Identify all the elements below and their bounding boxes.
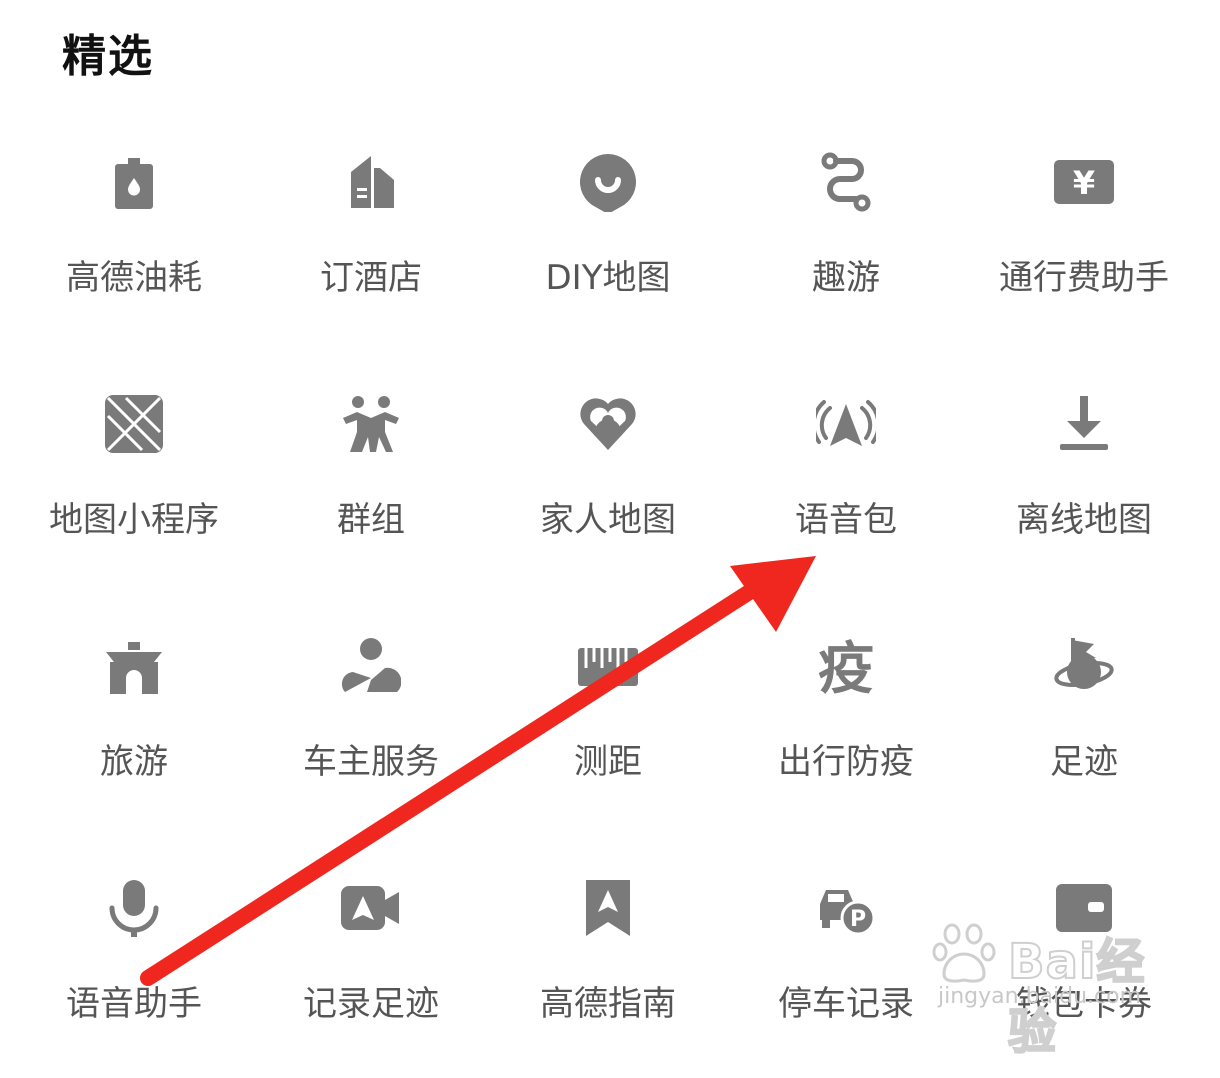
tile-label: DIY地图 — [545, 258, 671, 298]
tile-group[interactable]: 群组 — [252, 394, 490, 594]
tile-wallet[interactable]: 钱包卡券 — [965, 878, 1203, 1078]
tile-label: 出行防疫 — [778, 742, 914, 782]
hotel-building-icon — [341, 152, 401, 212]
epidemic-glyph: 疫 — [818, 637, 874, 696]
voice-pack-icon — [816, 394, 876, 454]
epidemic-icon: 疫 — [816, 636, 876, 696]
tile-label: 停车记录 — [778, 984, 914, 1024]
tile-label: 语音包 — [795, 500, 897, 540]
tile-hotel[interactable]: 订酒店 — [252, 152, 490, 352]
tile-label: 家人地图 — [540, 500, 676, 540]
tile-quyou[interactable]: 趣游 — [727, 152, 965, 352]
tile-label: 测距 — [574, 742, 642, 782]
group-people-icon — [341, 394, 401, 454]
tile-travel[interactable]: 旅游 — [15, 636, 253, 836]
wallet-icon — [1054, 878, 1114, 938]
tile-label: 地图小程序 — [49, 500, 219, 540]
route-icon — [816, 152, 876, 212]
tile-label: 订酒店 — [320, 258, 422, 298]
svg-text:¥: ¥ — [1073, 164, 1095, 202]
feature-grid: 高德油耗 订酒店 DIY地图 趣游 ¥ 通行费助手 地图小程序 群组 家人地图 … — [0, 0, 1220, 1045]
microphone-icon — [104, 878, 164, 938]
bookmark-guide-icon — [578, 878, 638, 938]
tile-label: 车主服务 — [303, 742, 439, 782]
tile-label: 高德指南 — [540, 984, 676, 1024]
toll-yen-icon: ¥ — [1054, 152, 1114, 212]
fuel-can-icon — [104, 152, 164, 212]
tile-label: 通行费助手 — [999, 258, 1169, 298]
ruler-icon — [578, 636, 638, 696]
mini-program-icon — [104, 394, 164, 454]
tile-label: 语音助手 — [66, 984, 202, 1024]
family-heart-icon — [578, 394, 638, 454]
tile-fuel[interactable]: 高德油耗 — [15, 152, 253, 352]
tile-family-map[interactable]: 家人地图 — [489, 394, 727, 594]
tile-measure[interactable]: 测距 — [489, 636, 727, 836]
video-record-icon — [341, 878, 401, 938]
tile-mini-program[interactable]: 地图小程序 — [15, 394, 253, 594]
car-owner-icon — [341, 636, 401, 696]
tile-toll[interactable]: ¥ 通行费助手 — [965, 152, 1203, 352]
tile-voice-pack[interactable]: 语音包 — [727, 394, 965, 594]
svg-text:P: P — [850, 907, 866, 932]
tile-label: 记录足迹 — [303, 984, 439, 1024]
pagoda-icon — [104, 636, 164, 696]
download-icon — [1054, 394, 1114, 454]
tile-label: 群组 — [337, 500, 405, 540]
map-pin-smile-icon — [578, 152, 638, 212]
tile-amap-guide[interactable]: 高德指南 — [489, 878, 727, 1078]
tile-label: 旅游 — [100, 742, 168, 782]
tile-car-owner[interactable]: 车主服务 — [252, 636, 490, 836]
planet-flag-icon — [1054, 636, 1114, 696]
tile-label: 趣游 — [812, 258, 880, 298]
tile-footprint[interactable]: 足迹 — [965, 636, 1203, 836]
tile-voice-assistant[interactable]: 语音助手 — [15, 878, 253, 1078]
tile-label: 钱包卡券 — [1016, 984, 1152, 1024]
tile-label: 高德油耗 — [66, 258, 202, 298]
car-parking-icon: P — [816, 878, 876, 938]
tile-record-footprint[interactable]: 记录足迹 — [252, 878, 490, 1078]
tile-offline-map[interactable]: 离线地图 — [965, 394, 1203, 594]
tile-diy-map[interactable]: DIY地图 — [489, 152, 727, 352]
tile-label: 离线地图 — [1016, 500, 1152, 540]
tile-parking-record[interactable]: P 停车记录 — [727, 878, 965, 1078]
tile-epidemic[interactable]: 疫 出行防疫 — [727, 636, 965, 836]
tile-label: 足迹 — [1050, 742, 1118, 782]
